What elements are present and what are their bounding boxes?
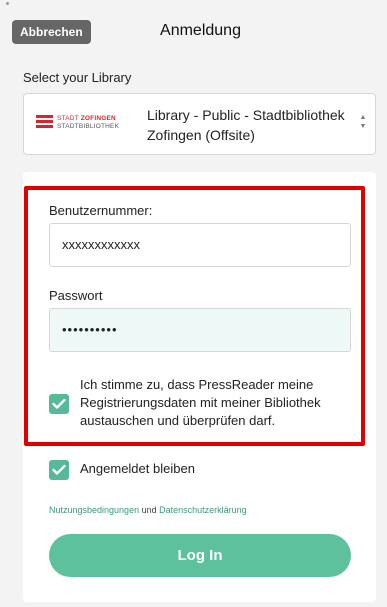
consent-checkbox[interactable] <box>49 394 69 414</box>
logo-line1: STADT ZOFINGEN <box>57 115 116 122</box>
privacy-link[interactable]: Datenschutzerklärung <box>159 505 247 515</box>
corner-dot <box>6 2 9 5</box>
terms-link[interactable]: Nutzungsbedingungen <box>49 505 139 515</box>
password-input[interactable]: •••••••••• <box>49 308 351 352</box>
stay-signed-in-label: Angemeldet bleiben <box>80 461 195 476</box>
password-label: Passwort <box>49 288 103 303</box>
logo-line2: STADTBIBLIOTHEK <box>57 123 120 130</box>
terms-and: und <box>141 505 157 515</box>
logo-bars <box>36 115 53 131</box>
check-icon <box>52 464 66 475</box>
terms-line: Nutzungsbedingungen und Datenschutzerklä… <box>49 505 247 515</box>
top-bar: Abbrechen Anmeldung <box>0 0 387 58</box>
library-selected-value: Library - Public - Stadtbibliothek Zofin… <box>147 107 345 143</box>
library-logo: STADT ZOFINGEN STADTBIBLIOTHEK <box>36 112 131 138</box>
consent-text: Ich stimme zu, dass PressReader meine Re… <box>80 377 321 428</box>
username-input[interactable]: xxxxxxxxxxxx <box>49 223 351 267</box>
select-arrows-icon: ▲ ▼ <box>359 114 367 130</box>
library-select[interactable]: STADT ZOFINGEN STADTBIBLIOTHEK Library -… <box>23 93 376 155</box>
library-label: Select your Library <box>23 70 132 85</box>
login-button[interactable]: Log In <box>49 534 351 577</box>
username-label: Benutzernummer: <box>49 203 153 218</box>
page-title: Anmeldung <box>160 22 241 39</box>
check-icon <box>52 398 66 409</box>
stay-signed-in-checkbox[interactable] <box>49 460 69 480</box>
